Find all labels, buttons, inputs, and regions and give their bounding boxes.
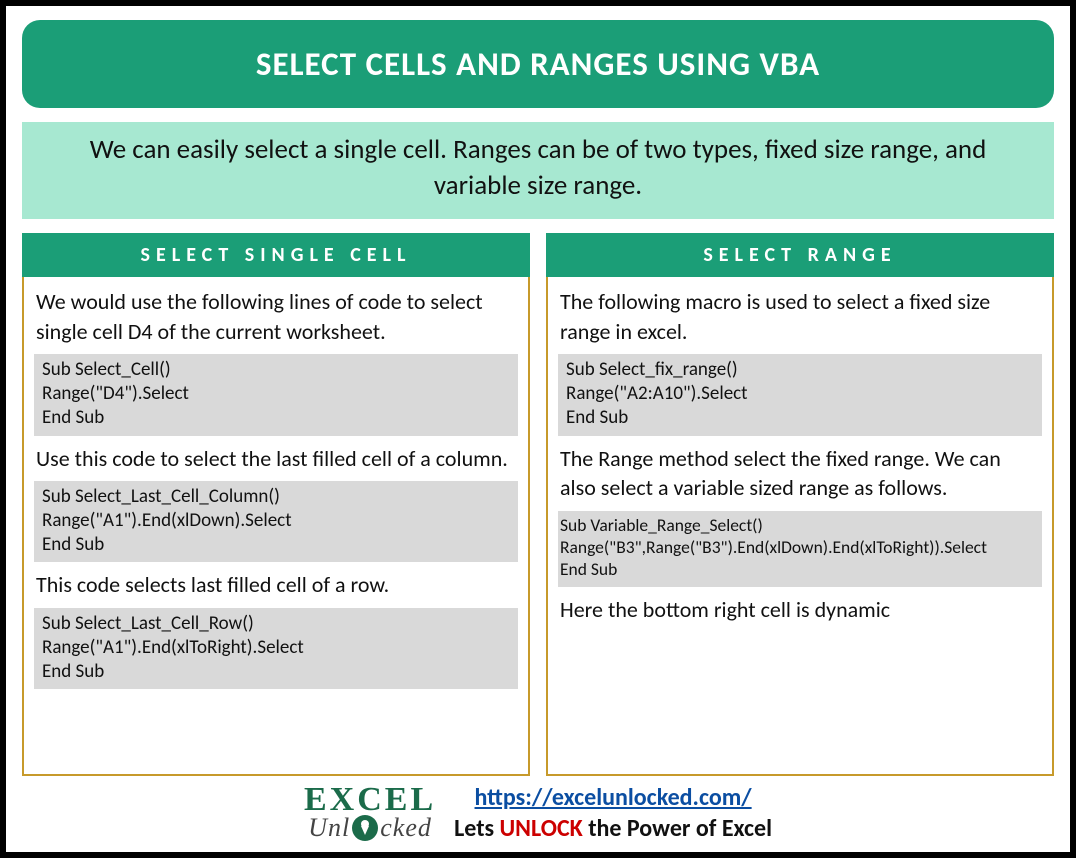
right-desc-3: Here the bottom right cell is dynamic [558,593,1042,627]
right-card-header: SELECT RANGE [546,233,1054,277]
tagline-unlock: UNLOCK [500,814,583,843]
right-code-1: Sub Select_fix_range() Range("A2:A10").S… [558,354,1042,435]
page-title: SELECT CELLS AND RANGES USING VBA [22,20,1054,108]
right-desc-1: The following macro is used to select a … [558,285,1042,348]
logo-text-top: EXCEL [304,785,436,816]
logo-bottom-left: Unl [308,816,350,839]
left-card: SELECT SINGLE CELL We would use the foll… [22,233,530,776]
left-code-3: Sub Select_Last_Cell_Row() Range("A1").E… [34,608,518,689]
right-card-body: The following macro is used to select a … [546,277,1054,776]
right-code-2: Sub Variable_Range_Select() Range("B3",R… [558,511,1042,587]
right-card: SELECT RANGE The following macro is used… [546,233,1054,776]
keyhole-icon [352,815,378,841]
footer-link[interactable]: https://excelunlocked.com/ [475,783,752,812]
logo-bottom-right: cked [380,816,432,839]
tagline: Lets UNLOCK the Power of Excel [454,814,772,843]
left-card-body: We would use the following lines of code… [22,277,530,776]
tagline-post: the Power of Excel [583,814,772,843]
left-code-2: Sub Select_Last_Cell_Column() Range("A1"… [34,481,518,562]
right-desc-2: The Range method select the fixed range.… [558,442,1042,505]
logo-text-bottom: Unl cked [308,815,432,841]
left-card-header: SELECT SINGLE CELL [22,233,530,277]
left-desc-2: Use this code to select the last filled … [34,442,518,476]
tagline-pre: Lets [454,814,499,843]
left-desc-3: This code selects last filled cell of a … [34,568,518,602]
footer: EXCEL Unl cked https://excelunlocked.com… [22,782,1054,844]
left-desc-1: We would use the following lines of code… [34,285,518,348]
logo: EXCEL Unl cked [304,785,436,842]
left-code-1: Sub Select_Cell() Range("D4").Select End… [34,354,518,435]
footer-text-block: https://excelunlocked.com/ Lets UNLOCK t… [454,782,772,844]
content-columns: SELECT SINGLE CELL We would use the foll… [22,233,1054,776]
intro-text: We can easily select a single cell. Rang… [22,122,1054,219]
